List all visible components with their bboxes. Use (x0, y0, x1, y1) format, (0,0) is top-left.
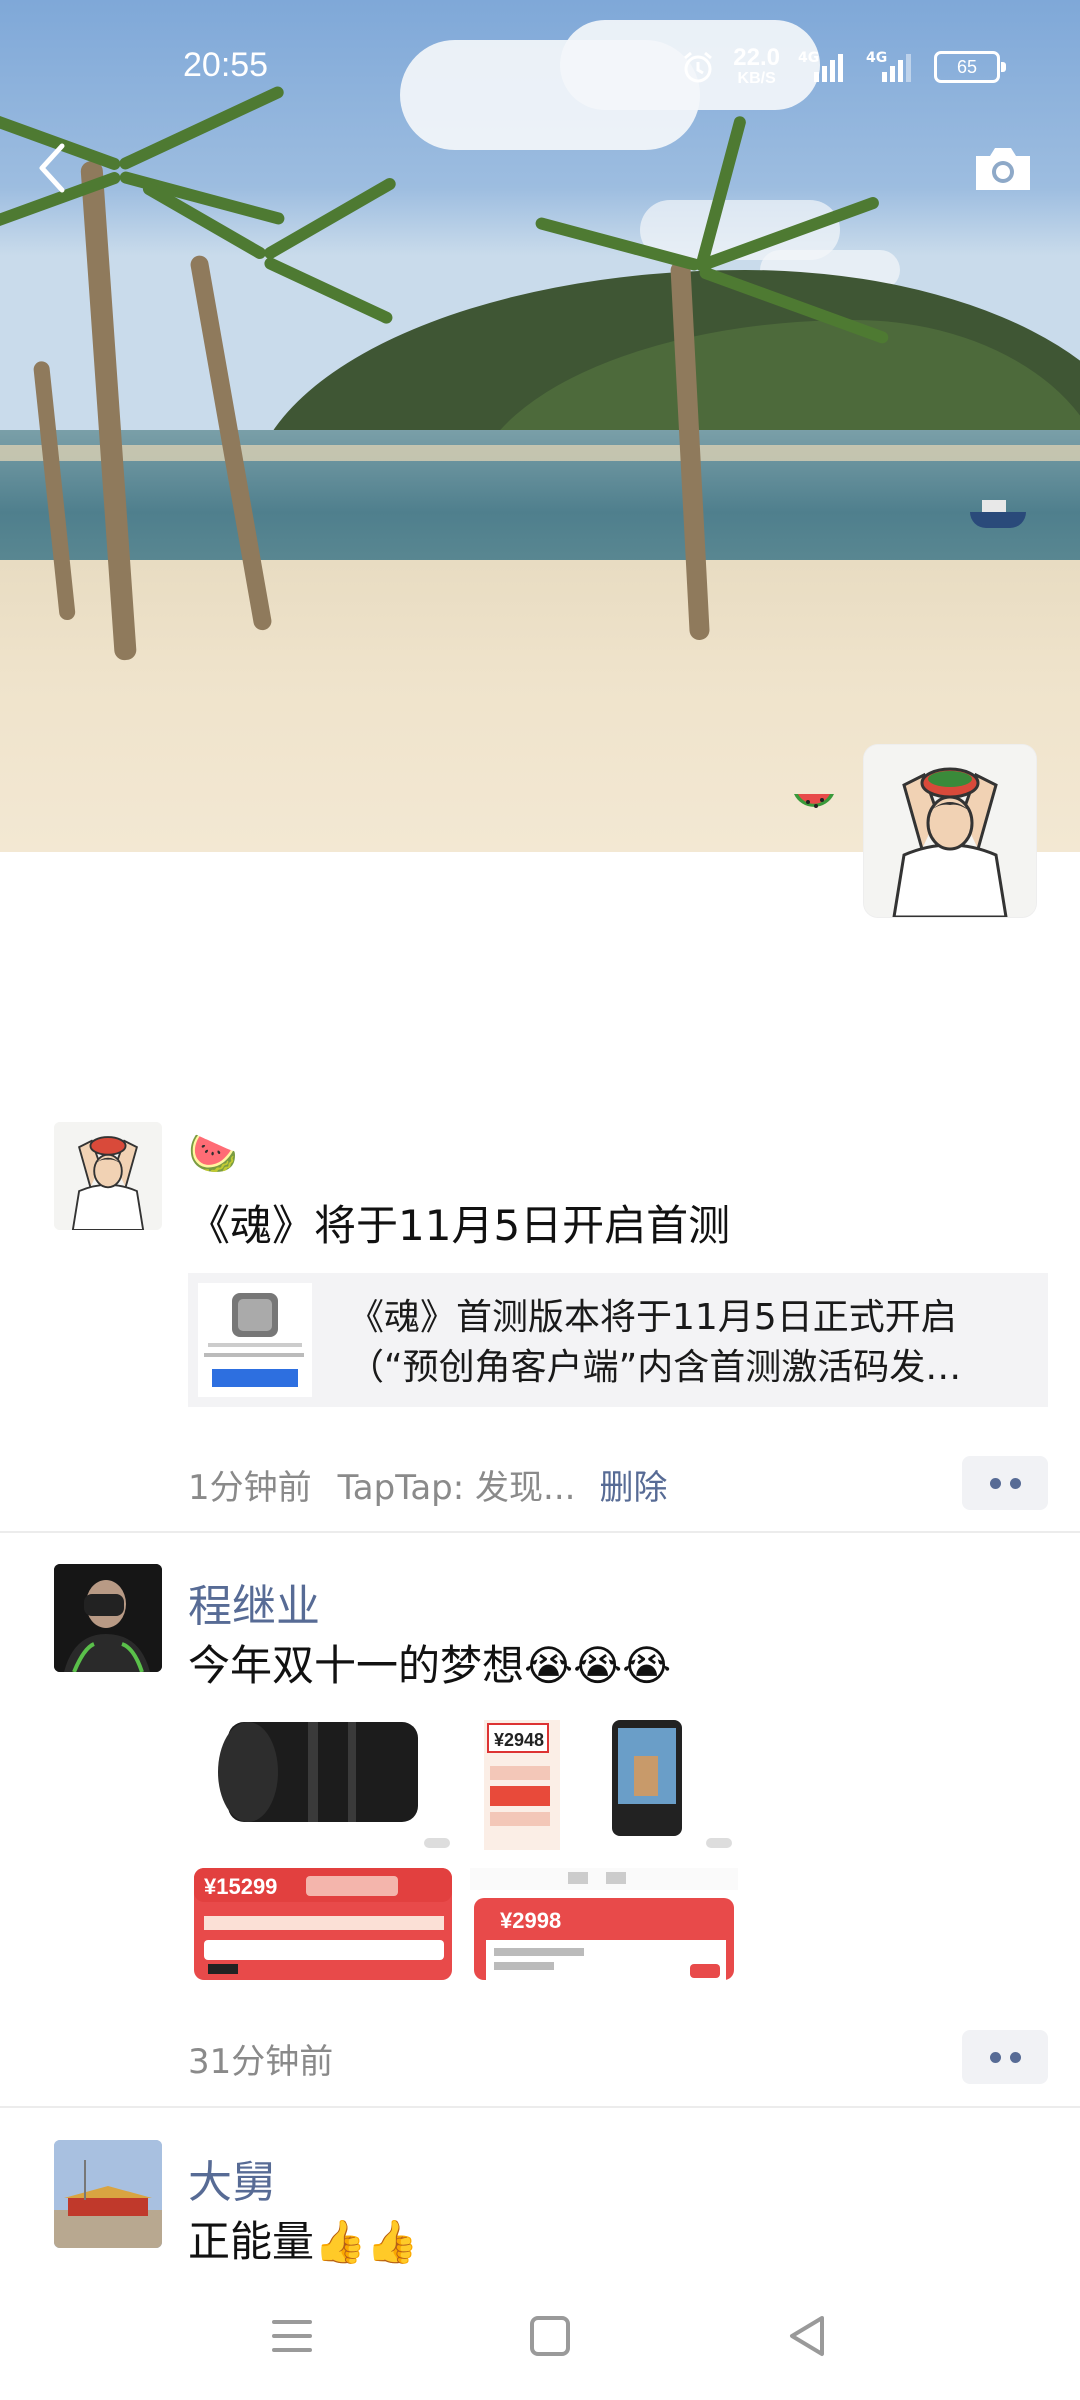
chevron-left-icon[interactable] (28, 138, 78, 198)
post-time: 1分钟前 (188, 1468, 312, 1508)
link-title-line-2: （“预创角客户端”内含首测激活码发… (348, 1347, 962, 1388)
status-bar: 20:55 22.0 KB/S 4G 4G 65 (0, 0, 1080, 130)
more-options-button[interactable] (962, 2030, 1048, 2084)
divider (0, 2106, 1080, 2108)
boat (970, 500, 1026, 528)
camera-icon[interactable] (972, 142, 1034, 194)
post-image-1[interactable] (188, 1716, 456, 1856)
link-card[interactable]: 《魂》首测版本将于11月5日正式开启 （“预创角客户端”内含首测激活码发… (188, 1273, 1048, 1407)
post-image-2[interactable]: ¥2948 (470, 1716, 738, 1856)
post-meta: 1分钟前 TapTap: 发现... 删除 (188, 1460, 667, 1509)
cover-photo[interactable]: 20:55 22.0 KB/S 4G 4G 65 (0, 0, 1080, 852)
post-avatar[interactable] (54, 1564, 162, 1672)
post-avatar[interactable] (54, 1122, 162, 1230)
alarm-icon (684, 51, 713, 82)
post-text: 正能量👍👍 (188, 2217, 419, 2266)
more-options-button[interactable] (962, 1456, 1048, 1510)
post-emoji-name: 🍉 (188, 1131, 238, 1177)
post-image-4[interactable]: ¥2998 (470, 1868, 738, 1980)
post-time: 31分钟前 (188, 2042, 334, 2082)
system-nav-bar (0, 2268, 1080, 2400)
battery-icon: 65 (934, 50, 1006, 83)
post-meta: 31分钟前 (188, 2034, 333, 2083)
signal-1-icon: 4G (798, 50, 848, 84)
home-square-icon[interactable] (520, 2312, 580, 2360)
avatar-illustration (54, 1122, 162, 1230)
network-speed: 22.0 KB/S (733, 44, 780, 88)
price-label: ¥2998 (500, 1908, 561, 1933)
back-triangle-icon[interactable] (778, 2312, 838, 2360)
delete-link[interactable]: 删除 (599, 1468, 667, 1508)
username[interactable]: 大舅 (188, 2146, 276, 2210)
username[interactable]: 程继业 (188, 1570, 320, 1634)
post-source[interactable]: TapTap: 发现... (338, 1468, 576, 1508)
post-avatar[interactable] (54, 2140, 162, 2248)
price-label: ¥15299 (204, 1874, 277, 1899)
post-text: 今年双十一的梦想😭😭😭 (188, 1641, 672, 1690)
post-text: 《魂》将于11月5日开启首测 (188, 1201, 731, 1250)
watermelon-icon (794, 794, 834, 808)
link-title-line-1: 《魂》首测版本将于11月5日正式开启 (348, 1297, 957, 1338)
signal-2-icon: 4G (866, 50, 916, 84)
menu-icon[interactable] (262, 2312, 322, 2360)
price-label: ¥2948 (494, 1730, 544, 1750)
status-time: 20:55 (183, 46, 269, 84)
avatar-photo (54, 1564, 162, 1672)
divider (0, 1531, 1080, 1533)
avatar-illustration (864, 745, 1036, 917)
link-thumbnail (198, 1283, 312, 1397)
avatar-photo (54, 2140, 162, 2248)
post-image-3[interactable]: ¥15299 (188, 1868, 456, 1980)
profile-avatar[interactable] (864, 745, 1036, 917)
